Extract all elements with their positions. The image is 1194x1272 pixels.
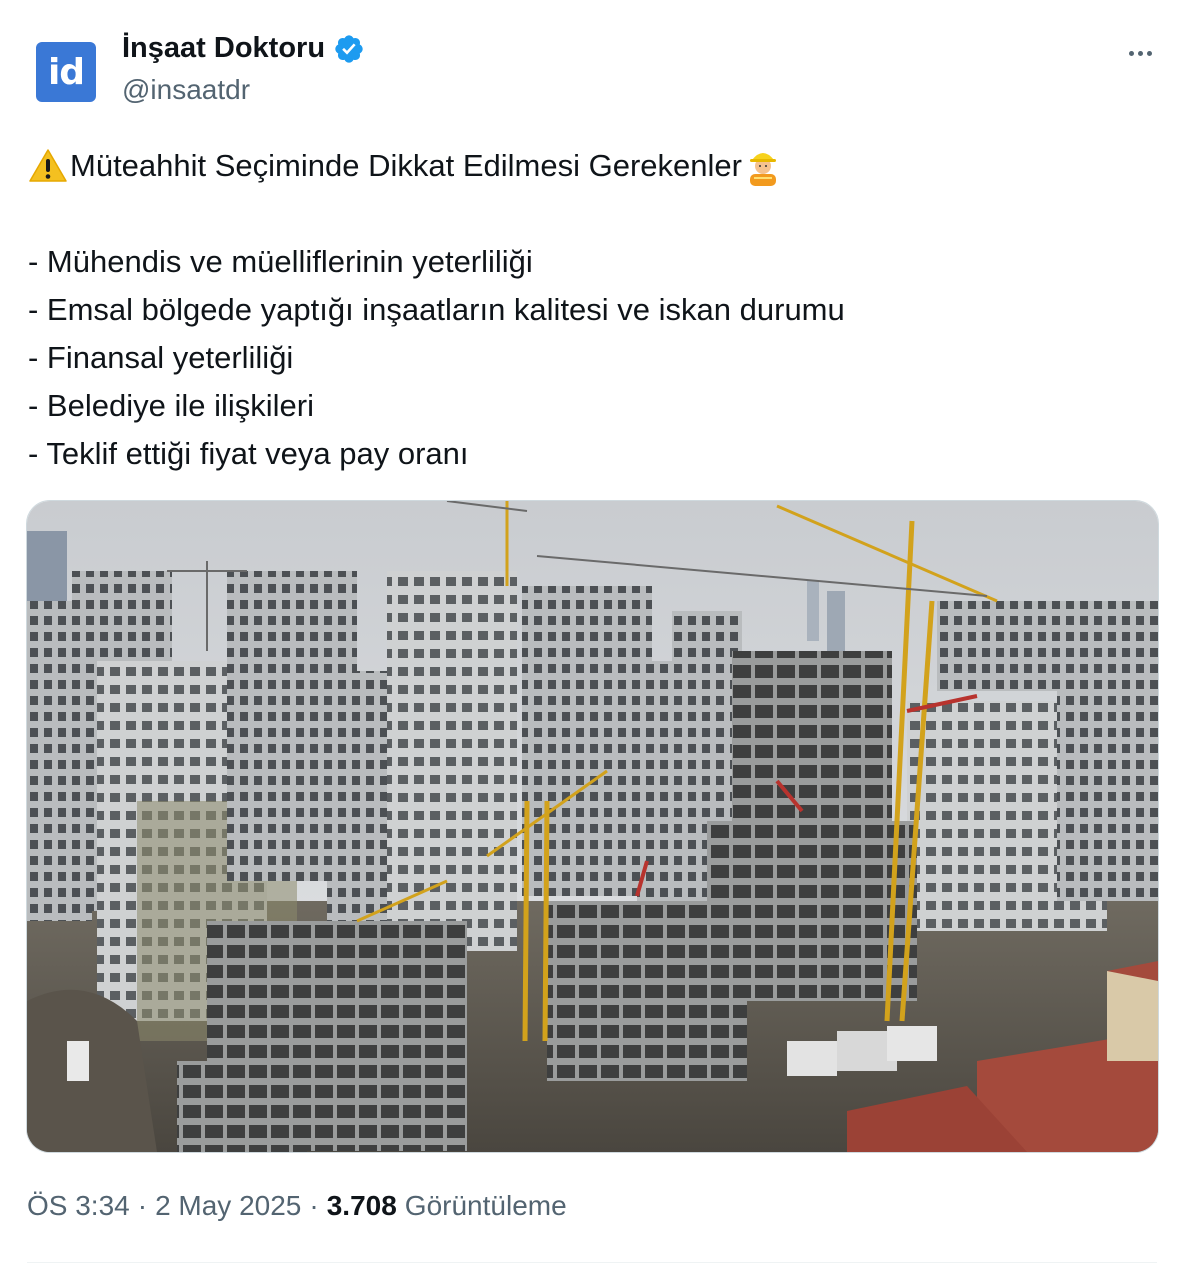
author-name-row: İnşaat Doktoru [122, 32, 365, 65]
views-count: 3.708 [326, 1190, 397, 1221]
tweet-title-line: Müteahhit Seçiminde Dikkat Edilmesi Gere… [28, 142, 1158, 190]
construction-worker-icon [749, 153, 776, 186]
views-label: Görüntüleme [404, 1190, 567, 1221]
warning-icon [29, 149, 67, 182]
verified-badge-icon [335, 34, 363, 63]
tweet-item-1: - Mühendis ve müelliflerinin yeterliliği [28, 244, 533, 279]
tweet-date[interactable]: 2 May 2025 [155, 1190, 301, 1222]
avatar-text: id [47, 51, 85, 93]
avatar[interactable]: id [36, 42, 96, 102]
tweet-time[interactable]: ÖS 3:34 [27, 1190, 130, 1222]
construction-site-photo [27, 501, 1158, 1152]
author-handle[interactable]: @insaatdr [122, 74, 250, 106]
tweet-text: Müteahhit Seçiminde Dikkat Edilmesi Gere… [28, 142, 1158, 478]
more-options-icon[interactable] [1120, 36, 1160, 70]
tweet-item-2: - Emsal bölgede yaptığı inşaatların kali… [28, 292, 845, 327]
tweet-meta: ÖS 3:34 · 2 May 2025 · 3.708 Görüntüleme [27, 1190, 567, 1222]
meta-separator: · [309, 1190, 319, 1221]
tweet-item-4: - Belediye ile ilişkileri [28, 388, 314, 423]
meta-separator: · [137, 1190, 148, 1221]
tweet-photo[interactable] [26, 500, 1159, 1153]
tweet-item-3: - Finansal yeterliliği [28, 340, 294, 375]
divider [27, 1262, 1157, 1263]
tweet-item-5: - Teklif ettiği fiyat veya pay oranı [28, 436, 469, 471]
tweet-title: Müteahhit Seçiminde Dikkat Edilmesi Gere… [70, 148, 742, 183]
author-display-name[interactable]: İnşaat Doktoru [122, 32, 325, 65]
